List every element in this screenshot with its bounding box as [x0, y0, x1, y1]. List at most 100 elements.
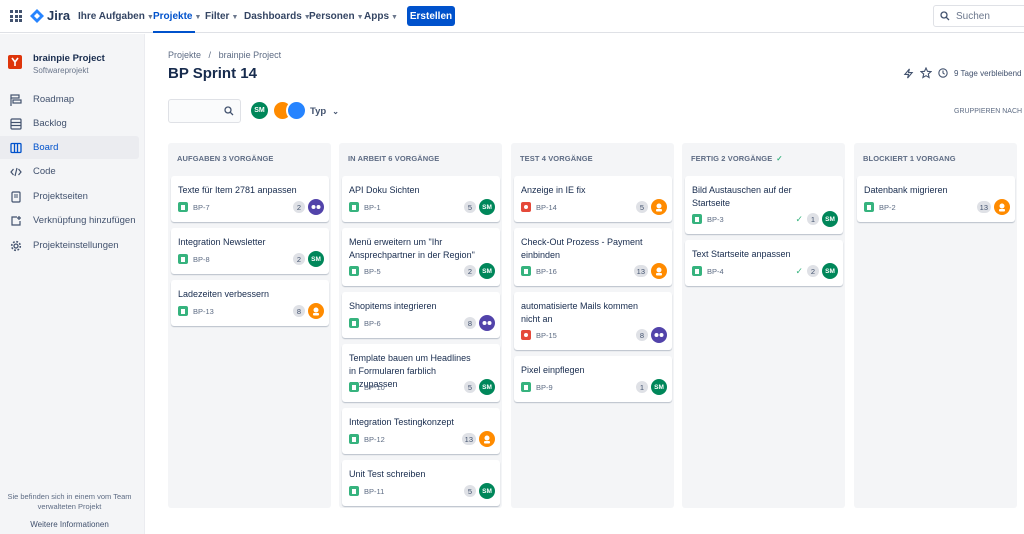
sidebar-item-board[interactable]: Board: [0, 136, 139, 159]
issue-key[interactable]: BP-15: [536, 331, 636, 340]
issue-key[interactable]: BP-4: [707, 267, 795, 276]
avatar-initials: SM: [654, 383, 664, 391]
issue-card[interactable]: Ladezeiten verbessern BP-13 8: [171, 280, 329, 326]
assignee-avatar[interactable]: SM: [308, 251, 324, 267]
backlog-icon: [9, 117, 22, 130]
issue-key[interactable]: BP-8: [193, 255, 293, 264]
issue-key[interactable]: BP-7: [193, 203, 293, 212]
assignee-avatar[interactable]: [651, 263, 667, 279]
jira-logo[interactable]: Jira: [30, 8, 70, 23]
top-navigation: Jira Ihre Aufgaben ▼ Projekte ▼ Filter ▼ Da…: [0, 0, 1024, 33]
story-points-badge: 2: [293, 201, 305, 213]
issue-card[interactable]: Check-Out Prozess - Payment einbinden BP-…: [514, 228, 672, 286]
assignee-avatar[interactable]: SM: [479, 483, 495, 499]
assignee-avatar[interactable]: SM: [822, 263, 838, 279]
type-filter-label: Typ: [310, 106, 327, 117]
avatar-filter-blue[interactable]: [286, 100, 307, 121]
assignee-avatar[interactable]: SM: [479, 199, 495, 215]
issue-card[interactable]: Integration Testingkonzept BP-12 13: [342, 408, 500, 454]
nav-filters[interactable]: Filter ▼: [205, 11, 238, 22]
issue-card[interactable]: Pixel einpflegen BP-9 1 SM: [514, 356, 672, 402]
issue-key[interactable]: BP-10: [364, 383, 464, 392]
issue-key[interactable]: BP-12: [364, 435, 462, 444]
story-icon: [349, 434, 359, 444]
project-name[interactable]: brainpie Project: [33, 53, 105, 64]
assignee-avatar[interactable]: SM: [651, 379, 667, 395]
issue-card[interactable]: Datenbank migrieren BP-2 13: [857, 176, 1015, 222]
issue-key[interactable]: BP-13: [193, 307, 293, 316]
assignee-avatar[interactable]: [308, 303, 324, 319]
issue-key[interactable]: BP-9: [536, 383, 636, 392]
assignee-avatar[interactable]: SM: [822, 211, 838, 227]
issue-meta: BP-3 ✓ 1 SM: [692, 211, 838, 227]
issue-key[interactable]: BP-2: [879, 203, 977, 212]
project-avatar[interactable]: [8, 55, 22, 69]
assignee-avatar[interactable]: [308, 199, 324, 215]
assignee-avatar[interactable]: [651, 327, 667, 343]
avatar-filter-sm[interactable]: SM: [249, 100, 270, 121]
issue-meta: BP-5 2 SM: [349, 263, 495, 279]
assignee-avatar[interactable]: [479, 315, 495, 331]
story-icon: [521, 382, 531, 392]
assignee-avatar[interactable]: [651, 199, 667, 215]
story-points-badge: 13: [633, 265, 648, 277]
assignee-avatar[interactable]: [479, 431, 495, 447]
sidebar-item-code[interactable]: Code: [0, 160, 139, 183]
nav-dashboards[interactable]: Dashboards ▼: [244, 11, 311, 22]
story-icon: [349, 486, 359, 496]
sidebar-item-roadmap[interactable]: Roadmap: [0, 88, 139, 111]
board-search-input[interactable]: [168, 99, 241, 123]
column-title: IN ARBEIT 6 VORGÄNGE: [348, 154, 440, 163]
issue-card[interactable]: API Doku Sichten BP-1 5 SM: [342, 176, 500, 222]
issue-card[interactable]: automatisierte Mails kommen nicht an BP-1…: [514, 292, 672, 350]
lightning-icon[interactable]: [903, 68, 914, 79]
learn-more-link[interactable]: Weitere Informationen: [0, 520, 139, 529]
issue-summary: Ladezeiten verbessern: [178, 289, 270, 299]
sidebar-item-label: Projektseiten: [33, 191, 88, 202]
app-switcher-icon[interactable]: [10, 10, 22, 22]
breadcrumb-projects[interactable]: Projekte: [168, 50, 201, 60]
assignee-avatar[interactable]: [994, 199, 1010, 215]
nav-apps[interactable]: Apps ▼: [364, 11, 398, 22]
assignee-avatar[interactable]: SM: [479, 263, 495, 279]
issue-card[interactable]: Bild Austauschen auf der Startseite BP-3 ✓…: [685, 176, 843, 234]
avatar-initials: SM: [482, 203, 492, 211]
group-by-button[interactable]: GRUPPIEREN NACH: [954, 108, 1022, 115]
issue-summary: Integration Newsletter: [178, 237, 266, 247]
nav-your-work[interactable]: Ihre Aufgaben ▼: [78, 11, 154, 22]
star-icon[interactable]: [920, 67, 932, 79]
sidebar-item-settings[interactable]: Projekteinstellungen: [0, 234, 139, 257]
issue-card[interactable]: Text Startseite anpassen BP-4 ✓ 2 SM: [685, 240, 843, 286]
issue-card[interactable]: Unit Test schreiben BP-11 5 SM: [342, 460, 500, 506]
issue-card[interactable]: Template bauen um Headlines in Formulare…: [342, 344, 500, 402]
issue-card[interactable]: Anzeige in IE fix BP-14 5: [514, 176, 672, 222]
issue-meta: BP-15 8: [521, 327, 667, 343]
avatar-initials: SM: [482, 383, 492, 391]
nav-people[interactable]: Personen ▼: [309, 11, 364, 22]
search-input[interactable]: Suchen: [933, 5, 1024, 27]
issue-card[interactable]: Shopitems integrieren BP-6 8: [342, 292, 500, 338]
issue-card[interactable]: Integration Newsletter BP-8 2 SM: [171, 228, 329, 274]
type-filter[interactable]: Typ ⌄: [310, 106, 339, 117]
issue-key[interactable]: BP-3: [707, 215, 795, 224]
issue-key[interactable]: BP-16: [536, 267, 634, 276]
search-placeholder: Suchen: [956, 10, 990, 22]
issue-card[interactable]: Texte für Item 2781 anpassen BP-7 2: [171, 176, 329, 222]
sidebar-item-label: Board: [33, 142, 59, 153]
issue-key[interactable]: BP-1: [364, 203, 464, 212]
assignee-avatar[interactable]: SM: [479, 379, 495, 395]
sidebar-item-label: Projekteinstellungen: [33, 240, 119, 251]
issue-key[interactable]: BP-14: [536, 203, 636, 212]
create-button[interactable]: Erstellen: [407, 6, 455, 26]
sidebar-item-add-link[interactable]: Verknüpfung hinzufügen: [0, 209, 139, 232]
issue-key[interactable]: BP-6: [364, 319, 464, 328]
sidebar-item-backlog[interactable]: Backlog: [0, 112, 139, 135]
nav-projects[interactable]: Projekte ▼: [153, 11, 201, 22]
story-points-badge: 1: [636, 381, 648, 393]
sidebar-item-project-pages[interactable]: Projektseiten: [0, 185, 139, 208]
story-points-badge: 5: [464, 381, 476, 393]
issue-key[interactable]: BP-5: [364, 267, 464, 276]
issue-card[interactable]: Menü erweitern um "Ihr Ansprechpartner i…: [342, 228, 500, 286]
breadcrumb-project[interactable]: brainpie Project: [219, 50, 282, 60]
issue-key[interactable]: BP-11: [364, 487, 464, 496]
